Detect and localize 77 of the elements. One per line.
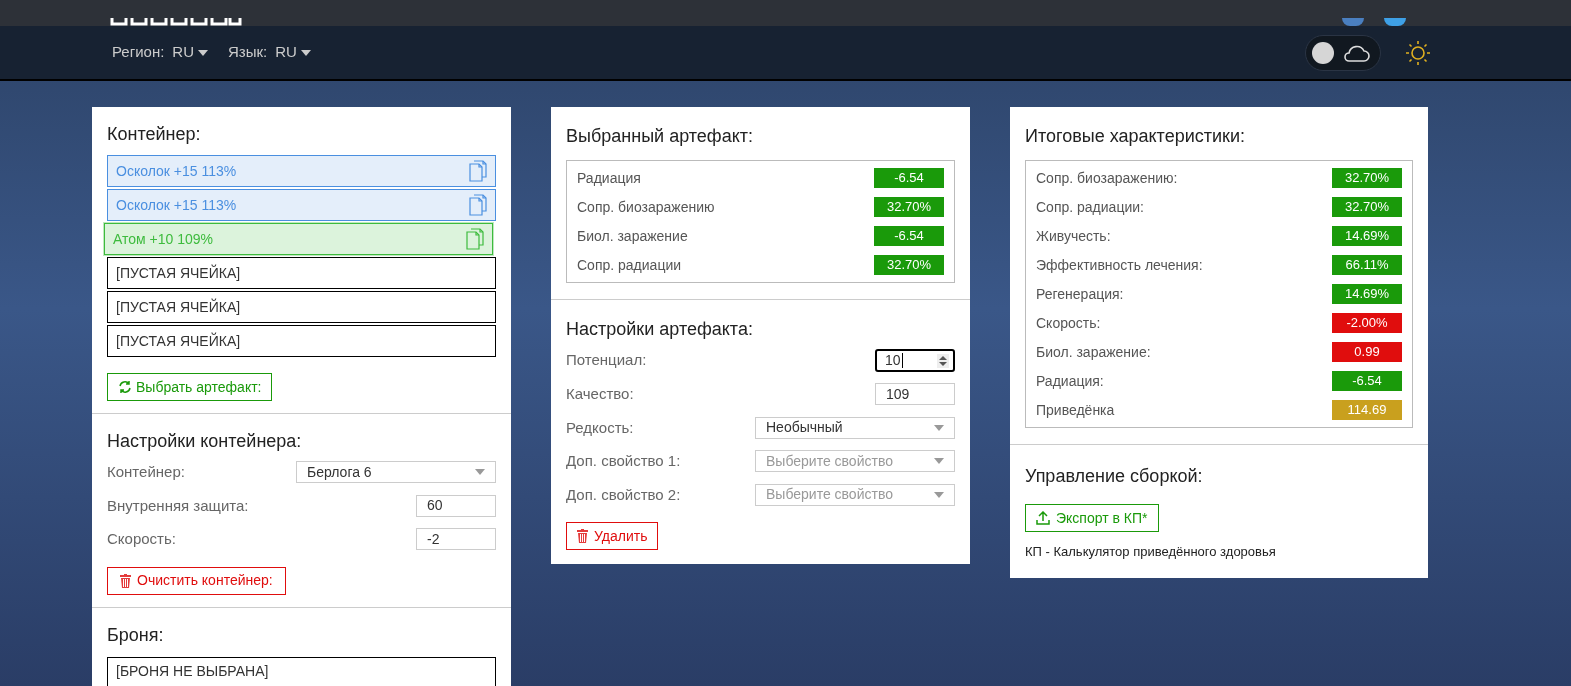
stat-name: Регенерация: <box>1036 284 1124 304</box>
spinner-arrows-icon[interactable] <box>937 353 949 368</box>
sun-icon[interactable] <box>1405 39 1431 66</box>
stat-name: Скорость: <box>1036 313 1101 333</box>
stat-name: Радиация: <box>1036 371 1104 391</box>
stat-name: Сопр. радиации <box>577 255 682 275</box>
caret-icon <box>300 49 311 56</box>
field-label: Внутренняя защита: <box>107 495 249 516</box>
input-field[interactable]: 109 <box>875 383 955 406</box>
panel-title: Выбранный артефакт: <box>566 125 754 148</box>
stat-name: Приведёнка <box>1036 400 1115 420</box>
stat-value: 66.11% <box>1332 255 1402 275</box>
field-label: Скорость: <box>107 529 176 549</box>
stat-value: 32.70% <box>874 197 944 217</box>
export-button[interactable]: Экспорт в КП* <box>1025 504 1159 532</box>
panel-title: Настройки артефакта: <box>566 318 754 341</box>
logo-drawing[interactable] <box>110 18 242 26</box>
input-field[interactable]: 60 <box>416 494 496 517</box>
clear-container-button[interactable]: Очистить контейнер: <box>107 566 286 595</box>
stat-name: Живучесть: <box>1036 226 1111 246</box>
stat-value: 14.69% <box>1332 226 1402 246</box>
stat-name: Сопр. биозаражению: <box>1036 168 1178 188</box>
select-field[interactable]: Необычный <box>755 416 955 439</box>
field-label: Потенциал: <box>566 350 647 371</box>
panel-title: Броня: <box>107 623 165 647</box>
stat-name: Биол. заражение <box>577 226 688 246</box>
toggle-knob <box>1312 41 1334 64</box>
field-label: Редкость: <box>566 417 634 438</box>
stat-name: Радиация <box>577 168 641 188</box>
stat-value: 32.70% <box>1332 197 1402 217</box>
stat-name: Сопр. биозаражению <box>577 197 715 217</box>
delete-button[interactable]: Удалить <box>566 522 659 550</box>
stat-value: 32.70% <box>1332 168 1402 188</box>
empty-slot[interactable]: [ПУСТАЯ ЯЧЕЙКА] <box>107 325 496 357</box>
empty-slot[interactable]: [ПУСТАЯ ЯЧЕЙКА] <box>107 291 496 323</box>
stat-value: 0.99 <box>1332 342 1402 362</box>
note-text: КП - Калькулятор приведённого здоровья <box>1025 543 1277 561</box>
upload-icon <box>1036 511 1050 525</box>
panel-title: Итоговые характеристики: <box>1025 125 1246 148</box>
stat-name: Эффективность лечения: <box>1036 255 1203 275</box>
stat-name: Сопр. радиации: <box>1036 197 1144 217</box>
field-label: Доп. свойство 1: <box>566 451 681 471</box>
region-dropdown[interactable]: RU <box>172 41 208 64</box>
trash-icon <box>120 573 131 588</box>
language-dropdown[interactable]: RU <box>275 41 311 64</box>
refresh-icon <box>118 380 132 394</box>
stat-value: -6.54 <box>874 226 944 246</box>
caret-icon <box>198 49 208 56</box>
caret-icon <box>475 469 485 476</box>
input-field[interactable]: -2 <box>416 528 496 551</box>
caret-icon <box>934 458 944 465</box>
trash-icon <box>577 529 588 543</box>
empty-slot[interactable]: [ПУСТАЯ ЯЧЕЙКА] <box>107 257 496 289</box>
armor-slot[interactable]: [БРОНЯ НЕ ВЫБРАНА] <box>107 656 496 686</box>
stat-value: -6.54 <box>1332 371 1402 391</box>
number-field[interactable]: 10 <box>875 349 955 372</box>
panel-title: Управление сборкой: <box>1025 465 1204 488</box>
field-label: Доп. свойство 2: <box>566 484 681 505</box>
caret-icon <box>934 491 944 498</box>
panel-title: Контейнер: <box>107 123 202 146</box>
panel-title: Настройки контейнера: <box>107 430 303 453</box>
stat-value: 32.70% <box>874 255 944 275</box>
text-cursor <box>901 353 903 368</box>
region-label: Регион: <box>112 42 165 63</box>
stat-value: -2.00% <box>1332 313 1402 333</box>
language-label: Язык: <box>228 42 268 63</box>
stat-value: -6.54 <box>874 168 944 188</box>
stat-value: 14.69% <box>1332 284 1402 304</box>
field-label: Качество: <box>566 384 634 404</box>
select-field[interactable]: Берлога 6 <box>296 461 496 484</box>
choose-artifact-button[interactable]: Выбрать артефакт: <box>107 373 273 401</box>
cloud-icon <box>1342 43 1370 62</box>
stat-name: Биол. заражение: <box>1036 342 1151 362</box>
field-label: Контейнер: <box>107 462 185 482</box>
stat-value: 114.69 <box>1332 400 1402 420</box>
caret-icon <box>934 424 944 431</box>
theme-toggle[interactable] <box>1305 34 1381 71</box>
